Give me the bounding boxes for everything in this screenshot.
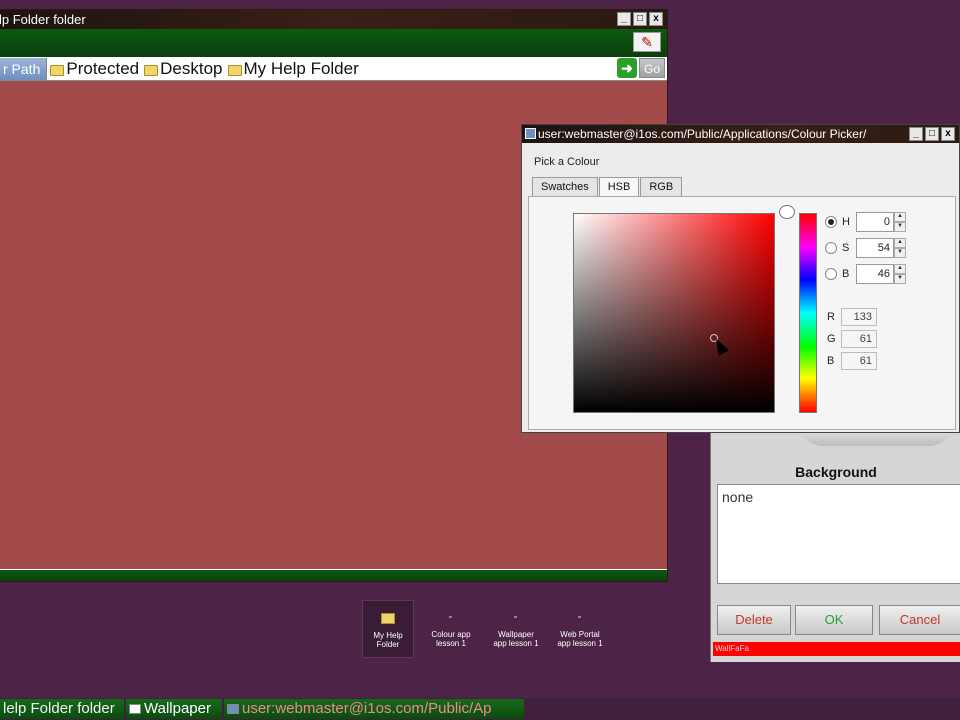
mouse-pointer-icon	[710, 336, 730, 356]
saturation-brightness-square[interactable]	[573, 213, 775, 413]
folder-window-titlebar[interactable]: lp Folder folder _ □ x	[0, 10, 667, 29]
desktop-icon-my-help-folder[interactable]: My Help Folder	[362, 600, 414, 658]
saturation-field[interactable]: 54	[856, 238, 894, 258]
ok-button[interactable]: OK	[795, 605, 873, 635]
tab-swatches[interactable]: Swatches	[532, 177, 598, 196]
brightness-radio[interactable]	[825, 268, 837, 280]
hue-row: H 0 ▲ ▼	[825, 211, 906, 233]
picker-tabs: Swatches HSB RGB	[532, 177, 683, 197]
hue-slider-handle[interactable]	[779, 205, 795, 219]
green-row: G 61	[827, 329, 877, 349]
taskbar-item-label: Wallpaper	[144, 700, 211, 717]
brightness-field[interactable]: 46	[856, 264, 894, 284]
taskbar: lelp Folder folder Wallpaper user:webmas…	[0, 698, 960, 720]
pick-colour-heading: Pick a Colour	[532, 156, 602, 168]
brightness-label: B	[842, 268, 850, 280]
background-value-field[interactable]: none	[717, 484, 960, 584]
window-app-icon	[525, 128, 536, 139]
red-label: R	[827, 311, 835, 323]
path-bar: r Path Protected Desktop My Help Folder …	[0, 57, 667, 81]
desktop-icon-label: Web Portal app lesson 1	[557, 630, 603, 648]
properties-panel: Background none Delete OK Cancel WallFaF…	[710, 420, 960, 662]
saturation-radio[interactable]	[825, 242, 837, 254]
tab-rgb[interactable]: RGB	[640, 177, 683, 196]
green-label: G	[827, 333, 836, 345]
go-button[interactable]: Go	[639, 58, 665, 78]
hue-radio[interactable]	[825, 216, 837, 228]
brightness-stepper[interactable]: ▲ ▼	[894, 264, 906, 284]
breadcrumb-label: My Help Folder	[243, 58, 359, 78]
saturation-row: S 54 ▲ ▼	[825, 237, 906, 259]
folder-icon	[50, 65, 65, 76]
colour-picker-title: user:webmaster@i1os.com/Public/Applicati…	[538, 127, 867, 141]
taskbar-item-wallpaper[interactable]: Wallpaper	[126, 699, 222, 719]
desktop-icon-web-portal-app-lesson-1[interactable]: Web Portal app lesson 1	[554, 600, 606, 658]
folder-icon	[227, 65, 242, 76]
colour-picker-titlebar[interactable]: user:webmaster@i1os.com/Public/Applicati…	[522, 125, 959, 143]
delete-button[interactable]: Delete	[717, 605, 791, 635]
spin-up-icon[interactable]: ▲	[894, 238, 906, 248]
maximize-button[interactable]: □	[633, 12, 647, 26]
folder-footer	[0, 569, 667, 581]
app-icon	[514, 616, 517, 618]
taskbar-item-label: user:webmaster@i1os.com/Public/Ap	[242, 700, 492, 717]
breadcrumb-protected[interactable]: Protected	[47, 59, 141, 79]
hue-strip[interactable]	[799, 213, 817, 413]
folder-toolbar: ✎	[0, 29, 667, 57]
hue-field[interactable]: 0	[856, 212, 894, 232]
breadcrumb-label: Protected	[66, 58, 140, 78]
minimize-button[interactable]: _	[909, 127, 923, 141]
close-button[interactable]: x	[649, 12, 663, 26]
colour-picker-window[interactable]: user:webmaster@i1os.com/Public/Applicati…	[521, 124, 960, 433]
app-icon	[578, 616, 581, 618]
window-icon	[129, 704, 141, 714]
desktop-icon-label: My Help Folder	[373, 631, 403, 649]
go-arrow-icon[interactable]: ➜	[617, 58, 637, 78]
red-row: R 133	[827, 307, 877, 327]
folder-window-title: lp Folder folder	[0, 12, 86, 27]
desktop-icon-label: Wallpaper app lesson 1	[493, 630, 539, 648]
hsb-panel: H 0 ▲ ▼ S 54 ▲ ▼ B 46 ▲ ▼ R 133 G 61 B 6…	[528, 196, 956, 430]
hue-label: H	[842, 216, 850, 228]
maximize-button[interactable]: □	[925, 127, 939, 141]
blue-value: 61	[841, 352, 877, 370]
status-bar: WallFaFa	[713, 642, 960, 656]
desktop-icon-wallpaper-app-lesson-1[interactable]: Wallpaper app lesson 1	[490, 600, 542, 658]
taskbar-item-help-folder[interactable]: lelp Folder folder	[0, 699, 124, 719]
blue-row: B 61	[827, 351, 877, 371]
spin-down-icon[interactable]: ▼	[894, 248, 906, 258]
cancel-button[interactable]: Cancel	[879, 605, 960, 635]
path-label: r Path	[0, 57, 48, 80]
red-value: 133	[841, 308, 877, 326]
spin-down-icon[interactable]: ▼	[894, 274, 906, 284]
green-value: 61	[841, 330, 877, 348]
window-icon	[227, 704, 239, 714]
saturation-label: S	[842, 242, 850, 254]
tool-icon[interactable]: ✎	[633, 32, 661, 52]
brightness-row: B 46 ▲ ▼	[825, 263, 906, 285]
breadcrumb-desktop[interactable]: Desktop	[141, 59, 224, 79]
desktop-icon-label: Colour app lesson 1	[431, 630, 471, 648]
hue-stepper[interactable]: ▲ ▼	[894, 212, 906, 232]
folder-icon	[381, 613, 395, 624]
breadcrumb-label: Desktop	[160, 58, 223, 78]
breadcrumb-my-help-folder[interactable]: My Help Folder	[225, 59, 361, 79]
desktop-icon-colour-app-lesson-1[interactable]: Colour app lesson 1	[425, 600, 477, 658]
blue-label: B	[827, 355, 835, 367]
folder-icon	[144, 65, 159, 76]
minimize-button[interactable]: _	[617, 12, 631, 26]
spin-up-icon[interactable]: ▲	[894, 212, 906, 222]
background-heading: Background	[795, 464, 877, 480]
taskbar-item-colour-picker[interactable]: user:webmaster@i1os.com/Public/Ap	[224, 699, 524, 719]
close-button[interactable]: x	[941, 127, 955, 141]
spin-up-icon[interactable]: ▲	[894, 264, 906, 274]
app-icon	[449, 616, 452, 618]
taskbar-item-label: lelp Folder folder	[3, 700, 115, 717]
spin-down-icon[interactable]: ▼	[894, 222, 906, 232]
saturation-stepper[interactable]: ▲ ▼	[894, 238, 906, 258]
tab-hsb[interactable]: HSB	[598, 177, 640, 197]
